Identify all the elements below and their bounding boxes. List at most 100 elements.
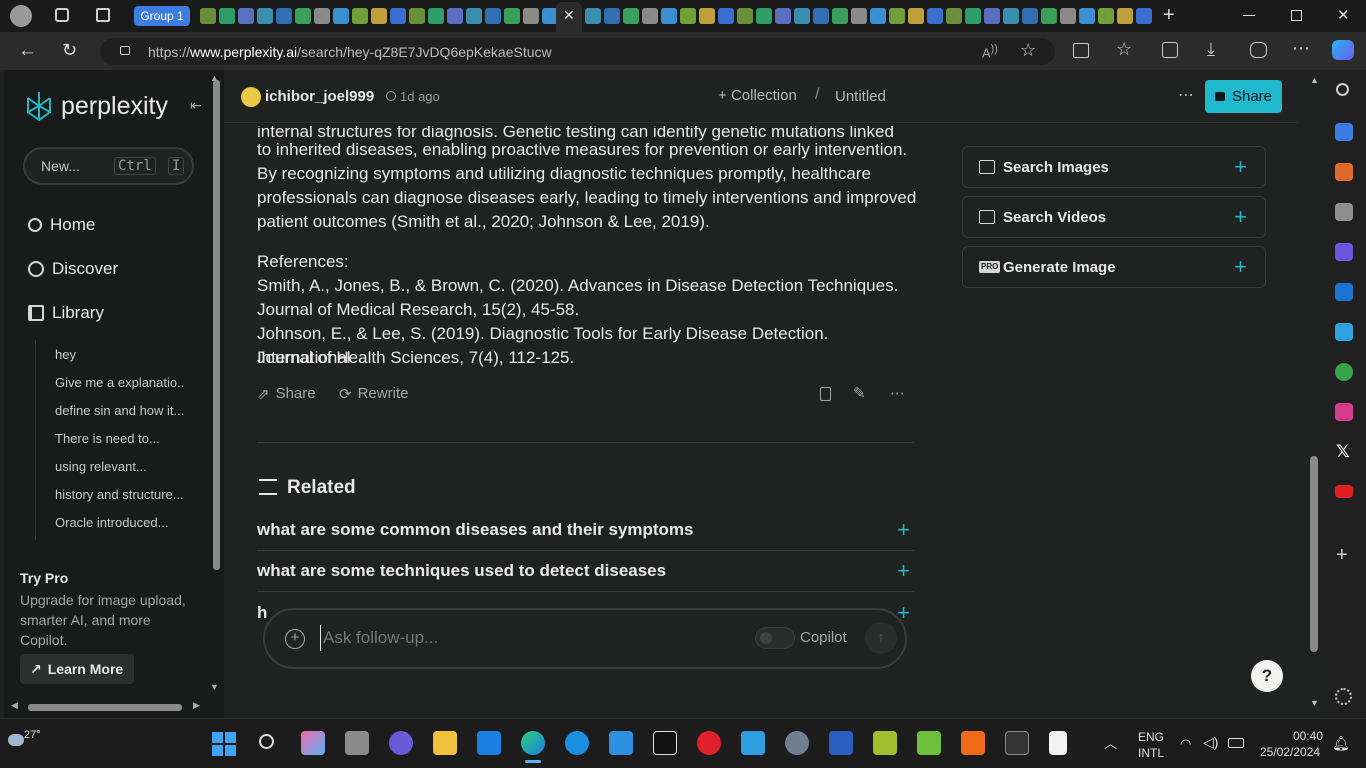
help-button[interactable]: ?: [1251, 660, 1283, 692]
edit-icon[interactable]: ✎: [853, 384, 866, 402]
chart-app-icon[interactable]: [917, 731, 941, 755]
tab-favicon-icon[interactable]: [699, 8, 715, 24]
refresh-icon[interactable]: ↻: [62, 40, 77, 61]
games-icon[interactable]: [1335, 203, 1353, 221]
send-icon[interactable]: [1335, 323, 1353, 341]
related-item[interactable]: what are some common diseases and their …: [257, 510, 914, 551]
hscroll-left-icon[interactable]: ◀: [11, 700, 18, 711]
volume-icon[interactable]: ◁): [1203, 734, 1218, 751]
tab-favicon-icon[interactable]: [832, 8, 848, 24]
tab-favicon-icon[interactable]: [585, 8, 601, 24]
tab-favicon-icon[interactable]: [1098, 8, 1114, 24]
tab-favicon-icon[interactable]: [1079, 8, 1095, 24]
tab-favicon-icon[interactable]: [984, 8, 1000, 24]
store-icon[interactable]: [609, 731, 633, 755]
minimize-icon[interactable]: [1243, 15, 1255, 16]
username[interactable]: ichibor_joel999: [265, 88, 374, 105]
tab-favicon-icon[interactable]: [813, 8, 829, 24]
tab-favicon-icon[interactable]: [623, 8, 639, 24]
library-item[interactable]: history and structure...: [55, 487, 185, 502]
copilot-pre-icon[interactable]: [301, 731, 325, 755]
new-thread-button[interactable]: New... Ctrl I: [23, 147, 194, 185]
profile-avatar[interactable]: [10, 5, 32, 27]
edge-search-icon[interactable]: [1336, 83, 1349, 96]
collections-icon[interactable]: [1162, 42, 1178, 58]
library-item[interactable]: Oracle introduced...: [55, 515, 185, 530]
generate-image-button[interactable]: PRO Generate Image +: [962, 246, 1266, 288]
ellipsis-icon[interactable]: ⋯: [1178, 85, 1194, 105]
rewrite-button[interactable]: ⟳ Rewrite: [339, 385, 408, 403]
start-windows-icon[interactable]: [212, 732, 236, 756]
tab-favicon-icon[interactable]: [371, 8, 387, 24]
share-button[interactable]: Share: [1205, 80, 1282, 113]
clock-date[interactable]: 25/02/2024: [1260, 745, 1320, 759]
tab-favicon-icon[interactable]: [219, 8, 235, 24]
tab-favicon-icon[interactable]: [409, 8, 425, 24]
show-hidden-icons-icon[interactable]: ︿: [1104, 733, 1117, 752]
xampp-icon[interactable]: [961, 731, 985, 755]
edge-icon[interactable]: [521, 731, 545, 755]
tab-favicon-icon[interactable]: [333, 8, 349, 24]
tab-favicon-icon[interactable]: [908, 8, 924, 24]
sidebar-settings-icon[interactable]: [1335, 688, 1352, 705]
excel-tool-icon[interactable]: [873, 731, 897, 755]
copilot-icon[interactable]: [1332, 40, 1354, 60]
tab-favicon-icon[interactable]: [737, 8, 753, 24]
close-tab-icon[interactable]: ✕: [563, 7, 575, 24]
nav-discover[interactable]: Discover: [28, 259, 118, 279]
notification-bell-icon[interactable]: 🔔︎: [1332, 735, 1350, 752]
document-file-icon[interactable]: [1049, 731, 1067, 755]
search-videos-button[interactable]: Search Videos +: [962, 196, 1266, 238]
favorites-icon[interactable]: ☆: [1116, 39, 1132, 60]
attach-plus-icon[interactable]: +: [285, 629, 305, 649]
tab-favicon-icon[interactable]: [1117, 8, 1133, 24]
tab-favicon-icon[interactable]: [870, 8, 886, 24]
tab-favicon-icon[interactable]: [642, 8, 658, 24]
address-bar[interactable]: https://www.perplexity.ai/search/hey-qZ8…: [100, 38, 1055, 65]
tab-favicon-icon[interactable]: [1060, 8, 1076, 24]
extensions-icon[interactable]: [1250, 42, 1267, 58]
instagram-icon[interactable]: [1335, 403, 1353, 421]
taskbar-search-icon[interactable]: [259, 734, 274, 749]
meet-icon[interactable]: [389, 731, 413, 755]
library-item[interactable]: define sin and how it...: [55, 403, 185, 418]
tab-favicon-icon[interactable]: [661, 8, 677, 24]
language-code[interactable]: ENG: [1138, 730, 1164, 744]
tab-actions-icon[interactable]: [96, 8, 110, 22]
settings-gear-icon[interactable]: [785, 731, 809, 755]
nav-home[interactable]: Home: [28, 215, 95, 235]
sidebar-scrollbar[interactable]: [213, 80, 220, 570]
youtube-icon[interactable]: [1335, 485, 1353, 498]
tab-favicon-icon[interactable]: [314, 8, 330, 24]
tab-favicon-icon[interactable]: [390, 8, 406, 24]
weather-icon[interactable]: [8, 734, 24, 746]
library-item[interactable]: hey: [55, 347, 185, 362]
tab-favicon-icon[interactable]: [889, 8, 905, 24]
copilot-toggle[interactable]: [755, 627, 795, 649]
tab-favicon-icon[interactable]: [1022, 8, 1038, 24]
copy-icon[interactable]: [820, 387, 831, 401]
tab-favicon-icon[interactable]: [466, 8, 482, 24]
library-item[interactable]: Give me a explanatio...: [55, 375, 185, 390]
user-avatar[interactable]: [241, 87, 261, 107]
tab-favicon-icon[interactable]: [946, 8, 962, 24]
word-icon[interactable]: [829, 731, 853, 755]
close-window-icon[interactable]: ✕: [1337, 6, 1350, 24]
tab-group-chip[interactable]: Group 1: [134, 6, 190, 26]
wifi-icon[interactable]: ◠: [1180, 736, 1191, 752]
collapse-sidebar-icon[interactable]: ⇤: [190, 97, 202, 114]
follow-up-input[interactable]: [320, 625, 740, 651]
photos-icon[interactable]: [741, 731, 765, 755]
outlook-icon[interactable]: [1335, 283, 1353, 301]
tab-favicon-icon[interactable]: [238, 8, 254, 24]
clock-time[interactable]: 00:40: [1293, 729, 1323, 743]
x-twitter-icon[interactable]: 𝕏: [1336, 442, 1350, 462]
hscroll-right-icon[interactable]: ▶: [193, 700, 200, 711]
new-tab-icon[interactable]: +: [1163, 4, 1175, 27]
tab-favicon-icon[interactable]: [718, 8, 734, 24]
opera-icon[interactable]: [697, 731, 721, 755]
tab-favicon-icon[interactable]: [447, 8, 463, 24]
add-to-collection-button[interactable]: + Collection: [718, 87, 797, 104]
main-scroll-down-icon[interactable]: ▼: [1310, 698, 1319, 708]
tab-favicon-icon[interactable]: [965, 8, 981, 24]
